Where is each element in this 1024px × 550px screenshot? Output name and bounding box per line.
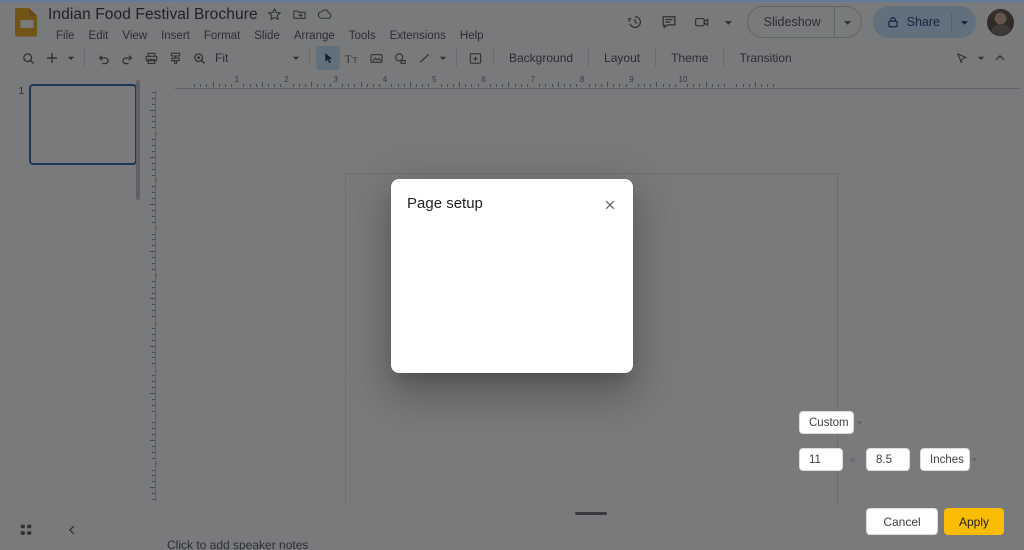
page-height-input[interactable]: 8.5 <box>866 448 910 471</box>
page-setup-dialog: Page setup Custom 11 × 8.5 Inches Cancel… <box>391 179 633 373</box>
dialog-title: Page setup <box>407 195 483 212</box>
page-unit-select[interactable]: Inches <box>920 448 970 471</box>
close-icon[interactable] <box>597 192 623 218</box>
cancel-button[interactable]: Cancel <box>866 508 938 535</box>
apply-button[interactable]: Apply <box>944 508 1004 535</box>
page-size-preset-value: Custom <box>809 417 849 429</box>
google-slides-window: Indian Food Festival Brochure <box>0 0 1024 550</box>
multiply-symbol: × <box>849 453 856 467</box>
chevron-down-icon <box>971 456 978 463</box>
page-unit-value: Inches <box>930 454 964 466</box>
chevron-down-icon <box>856 419 863 426</box>
window-top-accent <box>0 0 1024 2</box>
page-size-preset-select[interactable]: Custom <box>799 411 854 434</box>
page-width-input[interactable]: 11 <box>799 448 843 471</box>
